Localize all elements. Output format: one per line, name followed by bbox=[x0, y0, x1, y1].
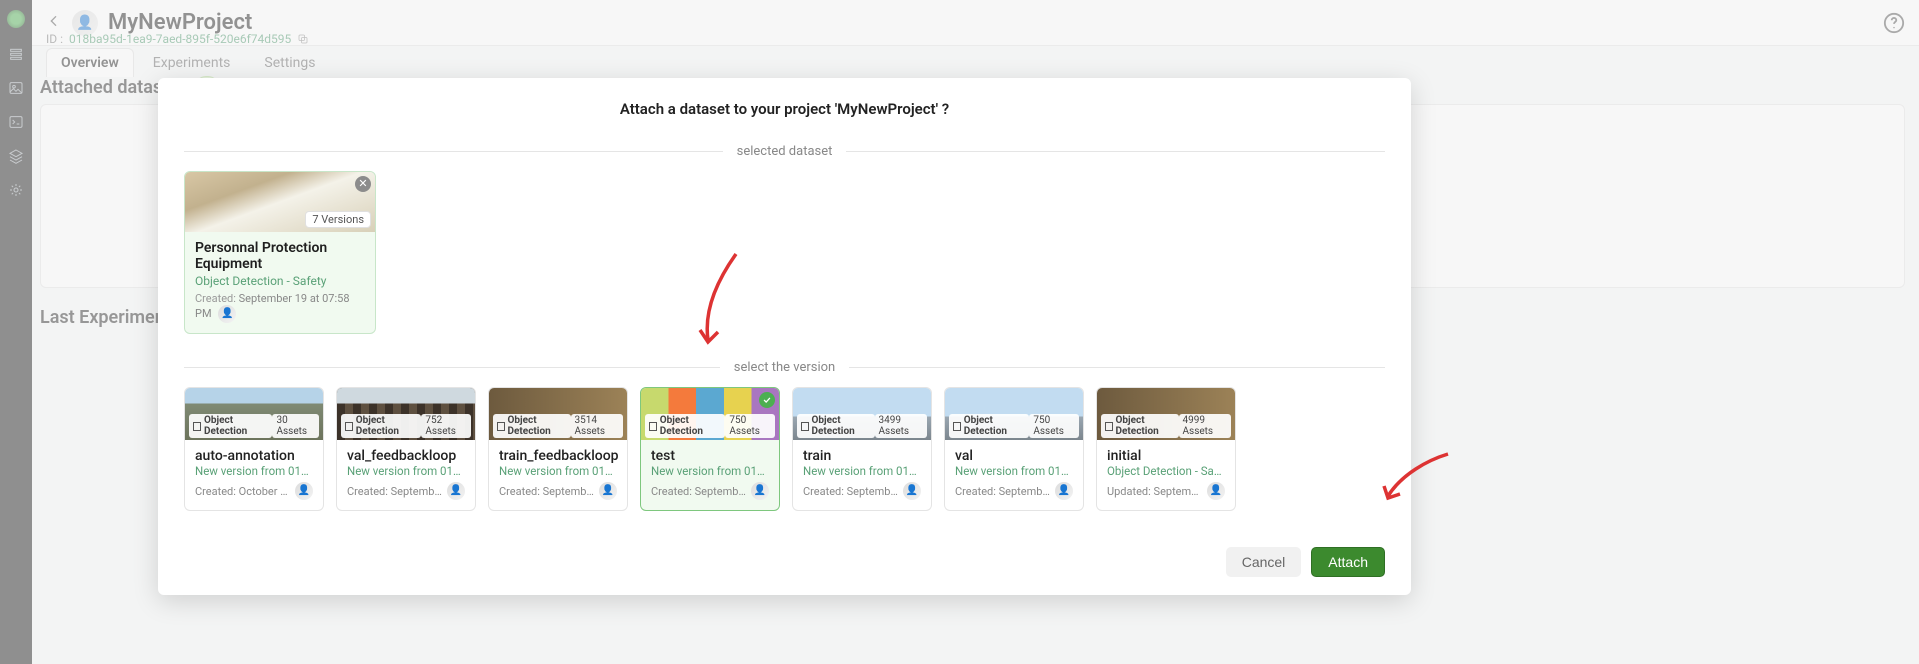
version-name: test bbox=[651, 448, 769, 464]
version-list: Object Detection30 Assetsauto-annotation… bbox=[184, 387, 1385, 511]
author-avatar: 👤 bbox=[295, 482, 313, 500]
version-subtitle: New version from 018aae... bbox=[651, 464, 769, 478]
bbox-icon bbox=[649, 422, 657, 431]
version-created: Created: September 21 a…👤 bbox=[499, 482, 617, 500]
attach-button[interactable]: Attach bbox=[1311, 547, 1385, 577]
version-thumbnail: Object Detection750 Assets bbox=[641, 388, 779, 440]
version-thumbnail: Object Detection3499 Assets bbox=[793, 388, 931, 440]
modal-footer: Cancel Attach bbox=[184, 547, 1385, 577]
version-card-val_feedbackloop[interactable]: Object Detection752 Assets val_feedbacklo… bbox=[336, 387, 476, 511]
version-thumbnail: Object Detection30 Assets bbox=[185, 388, 323, 440]
version-created: Created: September 19 a…👤 bbox=[803, 482, 921, 500]
selected-dataset-label: selected dataset bbox=[737, 144, 833, 159]
dataset-subtitle: Object Detection - Safety bbox=[195, 274, 365, 288]
version-created: Created: September 21 a…👤 bbox=[347, 482, 465, 500]
version-created: Created: September 19 a…👤 bbox=[955, 482, 1073, 500]
author-avatar: 👤 bbox=[1055, 482, 1073, 500]
task-badge: Object Detection bbox=[949, 414, 1029, 438]
author-avatar: 👤 bbox=[447, 482, 465, 500]
assets-badge: 4999 Assets bbox=[1179, 414, 1231, 438]
version-badge-strip: Object Detection752 Assets bbox=[337, 412, 475, 440]
assets-badge: 3499 Assets bbox=[875, 414, 927, 438]
version-badge-strip: Object Detection3514 Assets bbox=[489, 412, 627, 440]
version-card-initial[interactable]: Object Detection4999 AssetsinitialObject… bbox=[1096, 387, 1236, 511]
author-avatar: 👤 bbox=[903, 482, 921, 500]
version-card-train[interactable]: Object Detection3499 Assets trainNew vers… bbox=[792, 387, 932, 511]
author-avatar: 👤 bbox=[599, 482, 617, 500]
version-badge-strip: Object Detection3499 Assets bbox=[793, 412, 931, 440]
version-thumbnail: Object Detection752 Assets bbox=[337, 388, 475, 440]
version-name: val_feedbackloop bbox=[347, 448, 465, 464]
dataset-created: Created: September 19 at 07:58 PM 👤 bbox=[195, 292, 365, 323]
attach-dataset-modal: Attach a dataset to your project 'MyNewP… bbox=[158, 78, 1411, 595]
version-card-train_feedbackloop[interactable]: Object Detection3514 Assets train_feedbac… bbox=[488, 387, 628, 511]
selected-check-icon bbox=[759, 392, 775, 408]
version-card-val[interactable]: Object Detection750 Assets valNew version… bbox=[944, 387, 1084, 511]
bbox-icon bbox=[345, 422, 353, 431]
version-badge-strip: Object Detection750 Assets bbox=[641, 412, 779, 440]
assets-badge: 750 Assets bbox=[725, 414, 775, 438]
version-card-test[interactable]: Object Detection750 Assets testNew versio… bbox=[640, 387, 780, 511]
version-name: train bbox=[803, 448, 921, 464]
version-badge-strip: Object Detection30 Assets bbox=[185, 412, 323, 440]
dataset-name: Personnal Protection Equipment bbox=[195, 240, 365, 272]
assets-badge: 3514 Assets bbox=[571, 414, 623, 438]
version-subtitle: New version from 018aae... bbox=[955, 464, 1073, 478]
assets-badge: 30 Assets bbox=[272, 414, 319, 438]
version-thumbnail: Object Detection750 Assets bbox=[945, 388, 1083, 440]
version-subtitle: Object Detection - Safety bbox=[1107, 464, 1225, 478]
author-avatar: 👤 bbox=[751, 482, 769, 500]
version-badge-strip: Object Detection750 Assets bbox=[945, 412, 1083, 440]
bbox-icon bbox=[801, 422, 809, 431]
selected-dataset-card[interactable]: ✕ 7 Versions Personnal Protection Equipm… bbox=[184, 171, 376, 334]
select-version-label: select the version bbox=[734, 360, 835, 375]
version-card-auto-annotation[interactable]: Object Detection30 Assets auto-annotation… bbox=[184, 387, 324, 511]
task-badge: Object Detection bbox=[189, 414, 272, 438]
task-badge: Object Detection bbox=[1101, 414, 1179, 438]
version-subtitle: New version from 018aae... bbox=[803, 464, 921, 478]
task-badge: Object Detection bbox=[645, 414, 725, 438]
bbox-icon bbox=[1105, 422, 1113, 431]
task-badge: Object Detection bbox=[797, 414, 875, 438]
assets-badge: 752 Assets bbox=[421, 414, 471, 438]
author-avatar: 👤 bbox=[1207, 482, 1225, 500]
version-badge-strip: Object Detection4999 Assets bbox=[1097, 412, 1235, 440]
modal-title: Attach a dataset to your project 'MyNewP… bbox=[184, 100, 1385, 118]
task-badge: Object Detection bbox=[493, 414, 571, 438]
task-badge: Object Detection bbox=[341, 414, 421, 438]
version-name: train_feedbackloop bbox=[499, 448, 617, 464]
bbox-icon bbox=[193, 422, 201, 431]
cancel-button[interactable]: Cancel bbox=[1226, 547, 1302, 577]
version-created: Created: September 19 a…👤 bbox=[651, 482, 769, 500]
version-subtitle: New version from 018aaf... bbox=[499, 464, 617, 478]
version-created: Updated: September 19 …👤 bbox=[1107, 482, 1225, 500]
version-thumbnail: Object Detection4999 Assets bbox=[1097, 388, 1235, 440]
version-created: Created: October 19 at 0…👤 bbox=[195, 482, 313, 500]
bbox-icon bbox=[953, 422, 961, 431]
version-thumbnail: Object Detection3514 Assets bbox=[489, 388, 627, 440]
assets-badge: 750 Assets bbox=[1029, 414, 1079, 438]
author-avatar: 👤 bbox=[218, 305, 236, 323]
versions-badge: 7 Versions bbox=[305, 211, 371, 228]
version-subtitle: New version from 018ab7... bbox=[195, 464, 313, 478]
selected-dataset-divider: selected dataset bbox=[184, 144, 1385, 159]
version-name: initial bbox=[1107, 448, 1225, 464]
version-subtitle: New version from 018aaf... bbox=[347, 464, 465, 478]
select-version-divider: select the version bbox=[184, 360, 1385, 375]
bbox-icon bbox=[497, 422, 505, 431]
remove-dataset-icon[interactable]: ✕ bbox=[355, 176, 371, 192]
dataset-thumbnail: ✕ 7 Versions bbox=[185, 172, 375, 232]
version-name: auto-annotation bbox=[195, 448, 313, 464]
version-name: val bbox=[955, 448, 1073, 464]
